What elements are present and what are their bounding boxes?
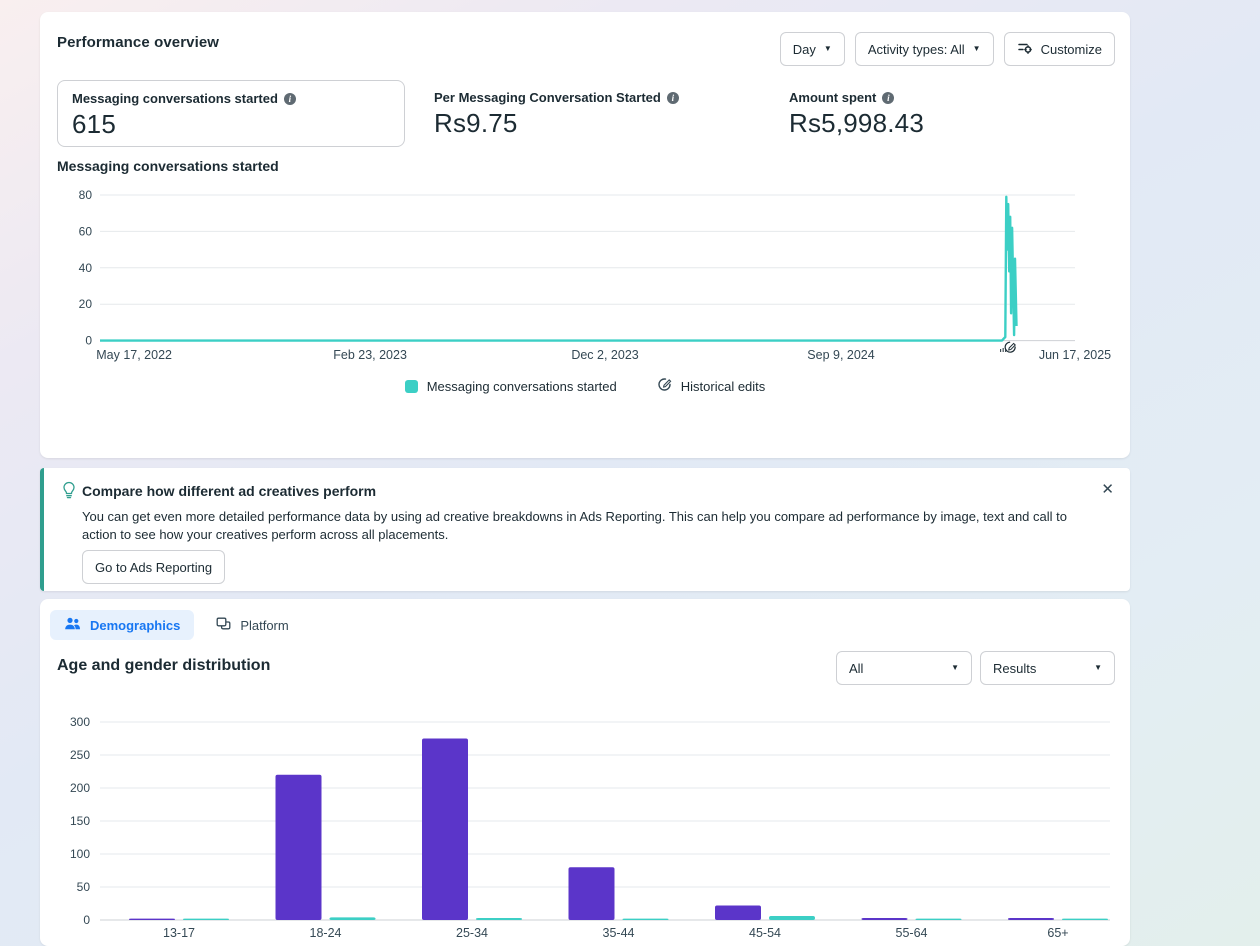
- go-to-ads-reporting-button[interactable]: Go to Ads Reporting: [82, 550, 225, 584]
- x-axis-category-label: 35-44: [603, 926, 635, 940]
- x-axis-category-label: 55-64: [896, 926, 928, 940]
- x-axis-tick-label: Dec 2, 2023: [571, 348, 638, 362]
- lightbulb-icon: [61, 481, 77, 504]
- bar-teal-35-44[interactable]: [623, 919, 669, 920]
- chevron-down-icon: ▼: [1094, 664, 1102, 672]
- chevron-down-icon: ▼: [973, 45, 981, 53]
- messaging-conversations-line-chart[interactable]: 0 20 40 60 80 May 17, 2022 Feb 23, 2023 Dec 2, …: [40, 187, 1130, 367]
- bar-teal-55-64[interactable]: [916, 919, 962, 920]
- y-axis-tick-label: 200: [70, 781, 90, 795]
- customize-label: Customize: [1041, 42, 1102, 57]
- platform-layers-icon: [216, 617, 231, 634]
- bar-teal-65+[interactable]: [1062, 919, 1108, 920]
- metric-label: Messaging conversations started i: [72, 91, 390, 106]
- line-chart-legend: Messaging conversations started Historic…: [40, 377, 1130, 395]
- tab-platform[interactable]: Platform: [202, 610, 302, 640]
- day-dropdown-value: Day: [793, 42, 816, 57]
- legend-item-historical-edits[interactable]: Historical edits: [657, 377, 766, 395]
- x-axis-category-label: 65+: [1047, 926, 1068, 940]
- y-axis-tick-label: 50: [77, 880, 91, 894]
- tab-label: Platform: [240, 618, 288, 633]
- tab-demographics[interactable]: Demographics: [50, 610, 194, 640]
- info-icon[interactable]: i: [882, 92, 894, 104]
- metric-label: Amount spent i: [789, 90, 1091, 105]
- filter-value: Results: [993, 661, 1036, 676]
- chevron-down-icon: ▼: [824, 45, 832, 53]
- age-gender-title: Age and gender distribution: [57, 657, 270, 675]
- bar-purple-13-17[interactable]: [129, 919, 175, 920]
- filter-value: All: [849, 661, 863, 676]
- y-axis-tick-label: 0: [85, 334, 92, 348]
- customize-icon: [1017, 40, 1033, 59]
- legend-label: Historical edits: [681, 379, 766, 394]
- chevron-down-icon: ▼: [951, 664, 959, 672]
- metric-messaging-conversations[interactable]: Messaging conversations started i 615: [57, 80, 405, 147]
- y-axis-tick-label: 100: [70, 847, 90, 861]
- customize-button[interactable]: Customize: [1004, 32, 1115, 66]
- x-axis-category-label: 25-34: [456, 926, 488, 940]
- metric-label: Per Messaging Conversation Started i: [434, 90, 736, 105]
- y-axis-tick-label: 150: [70, 814, 90, 828]
- ad-creatives-tip-banner: Compare how different ad creatives perfo…: [40, 468, 1130, 591]
- metric-filter-dropdown[interactable]: Results ▼: [980, 651, 1115, 685]
- teal-swatch: [405, 380, 418, 393]
- bar-purple-45-54[interactable]: [715, 905, 761, 920]
- y-axis-tick-label: 250: [70, 748, 90, 762]
- people-icon: [64, 617, 81, 634]
- metric-per-conversation-cost[interactable]: Per Messaging Conversation Started i Rs9…: [420, 80, 750, 147]
- demographics-card: Demographics Platform Age and gender dis…: [40, 599, 1130, 946]
- tab-label: Demographics: [90, 618, 180, 633]
- demographics-filters: All ▼ Results ▼: [836, 651, 1115, 685]
- x-axis-tick-label: Sep 9, 2024: [807, 348, 874, 362]
- bar-purple-65+[interactable]: [1008, 918, 1054, 920]
- y-axis-tick-label: 0: [83, 913, 90, 927]
- activity-types-value: Activity types: All: [868, 42, 965, 57]
- y-axis-tick-label: 300: [70, 715, 90, 729]
- bar-teal-45-54[interactable]: [769, 916, 815, 920]
- x-axis-category-label: 18-24: [310, 926, 342, 940]
- day-dropdown[interactable]: Day ▼: [780, 32, 845, 66]
- x-axis-tick-label: May 17, 2022: [96, 348, 172, 362]
- line-chart-title: Messaging conversations started: [57, 158, 279, 174]
- bar-purple-18-24[interactable]: [276, 775, 322, 920]
- activity-types-dropdown[interactable]: Activity types: All ▼: [855, 32, 994, 66]
- breakdown-tabs: Demographics Platform: [50, 610, 303, 640]
- metric-value: Rs5,998.43: [789, 108, 1091, 139]
- bar-teal-25-34[interactable]: [476, 918, 522, 920]
- banner-body: You can get even more detailed performan…: [82, 508, 1094, 544]
- historical-edits-icon: [657, 377, 672, 395]
- page-title: Performance overview: [57, 34, 219, 51]
- y-axis-tick-label: 20: [79, 297, 93, 311]
- metric-value: 615: [72, 109, 390, 140]
- performance-controls: Day ▼ Activity types: All ▼ Customize: [780, 32, 1115, 66]
- bar-purple-25-34[interactable]: [422, 739, 468, 921]
- legend-item-conversations[interactable]: Messaging conversations started: [405, 379, 617, 394]
- y-axis-tick-label: 60: [79, 224, 93, 238]
- age-gender-bar-chart[interactable]: 0 50 100 150 200 250 300 13-17 18-24 25-34 35-44 45…: [40, 704, 1130, 946]
- x-axis-category-label: 13-17: [163, 926, 195, 940]
- breakdown-filter-dropdown[interactable]: All ▼: [836, 651, 972, 685]
- bar-teal-18-24[interactable]: [330, 917, 376, 920]
- conversations-line-series: [100, 197, 1017, 341]
- info-icon[interactable]: i: [284, 93, 296, 105]
- bar-purple-35-44[interactable]: [569, 867, 615, 920]
- close-icon[interactable]: ✕: [1101, 480, 1114, 498]
- x-axis-tick-label: Feb 23, 2023: [333, 348, 407, 362]
- metric-amount-spent[interactable]: Amount spent i Rs5,998.43: [775, 80, 1105, 147]
- banner-title: Compare how different ad creatives perfo…: [82, 483, 376, 499]
- legend-label: Messaging conversations started: [427, 379, 617, 394]
- x-axis-tick-label: Jun 17, 2025: [1039, 348, 1111, 362]
- x-axis-category-label: 45-54: [749, 926, 781, 940]
- bar-purple-55-64[interactable]: [862, 918, 908, 920]
- historical-edits-marker-icon: [1001, 342, 1016, 352]
- performance-overview-card: Performance overview Day ▼ Activity type…: [40, 12, 1130, 458]
- metric-cards: Messaging conversations started i 615 Pe…: [57, 80, 1115, 147]
- bar-teal-13-17[interactable]: [183, 919, 229, 920]
- info-icon[interactable]: i: [667, 92, 679, 104]
- y-axis-tick-label: 80: [79, 188, 93, 202]
- y-axis-tick-label: 40: [79, 261, 93, 275]
- metric-value: Rs9.75: [434, 108, 736, 139]
